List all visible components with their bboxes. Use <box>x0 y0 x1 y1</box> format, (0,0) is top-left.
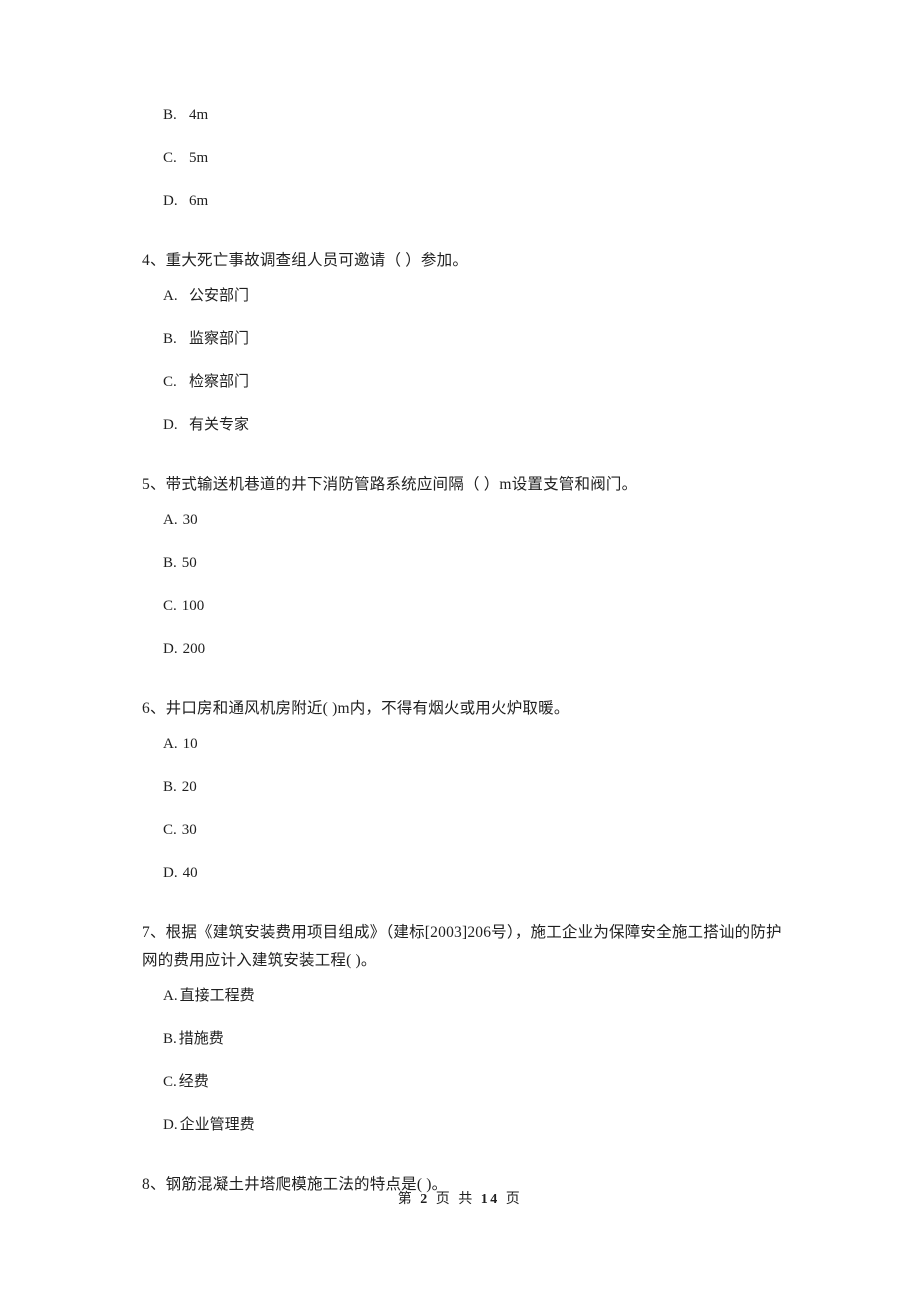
question-block-7: 7、根据《建筑安装费用项目组成》（建标[2003]206号），施工企业为保障安全… <box>142 919 782 1136</box>
question-body-7: 根据《建筑安装费用项目组成》（建标[2003]206号），施工企业为保障安全施工… <box>142 924 782 969</box>
option-value: 50 <box>181 555 197 571</box>
option-value: 200 <box>182 641 206 657</box>
option-item: C. 经费 <box>142 1071 782 1093</box>
option-letter: B. <box>163 331 177 347</box>
option-letter: C. <box>163 1074 177 1090</box>
option-value: 5m <box>189 150 209 166</box>
option-letter: B. <box>163 1031 177 1047</box>
option-value: 4m <box>189 107 209 123</box>
carryover-option-group: B. 4m C. 5m D. 6m <box>142 104 782 212</box>
option-item: C. 100 <box>142 595 782 617</box>
option-item: C. 检察部门 <box>142 371 782 393</box>
question-text-6: 6、井口房和通风机房附近( )m内，不得有烟火或用火炉取暖。 <box>142 695 782 723</box>
option-letter: D. <box>163 1117 178 1133</box>
option-letter: D. <box>163 193 178 209</box>
question-text-4: 4、重大死亡事故调查组人员可邀请（ ）参加。 <box>142 247 782 275</box>
option-item: D. 40 <box>142 862 782 884</box>
question-body-6: 井口房和通风机房附近( )m内，不得有烟火或用火炉取暖。 <box>165 700 570 717</box>
option-value: 6m <box>189 193 209 209</box>
option-letter: A. <box>163 512 178 528</box>
option-value: 经费 <box>178 1074 209 1090</box>
option-value: 100 <box>181 598 205 614</box>
option-value: 公安部门 <box>189 288 250 304</box>
option-letter: B. <box>163 555 177 571</box>
option-value: 30 <box>182 512 198 528</box>
option-letter: A. <box>163 988 178 1004</box>
option-value: 检察部门 <box>189 374 250 390</box>
question-block-6: 6、井口房和通风机房附近( )m内，不得有烟火或用火炉取暖。 A. 10 B. 20… <box>142 695 782 884</box>
option-value: 40 <box>182 865 198 881</box>
option-letter: C. <box>163 150 177 166</box>
question-block-5: 5、带式输送机巷道的井下消防管路系统应间隔（ ）m设置支管和阀门。 A. 30 B… <box>142 471 782 660</box>
document-page: B. 4m C. 5m D. 6m 4、重大死亡事故调查组人员可邀请（ ）参加。 A.… <box>0 0 920 1302</box>
option-letter: D. <box>163 865 178 881</box>
option-value: 20 <box>181 779 197 795</box>
option-letter: B. <box>163 107 177 123</box>
footer-page-number: 2 <box>420 1192 430 1207</box>
question-body-5: 带式输送机巷道的井下消防管路系统应间隔（ ）m设置支管和阀门。 <box>165 476 638 493</box>
option-item: B. 4m <box>142 104 782 126</box>
option-item: C. 30 <box>142 819 782 841</box>
option-value: 企业管理费 <box>179 1117 255 1133</box>
option-item: A. 10 <box>142 733 782 755</box>
option-value: 有关专家 <box>189 417 250 433</box>
question-block-4: 4、重大死亡事故调查组人员可邀请（ ）参加。 A. 公安部门 B. 监察部门 C. 检… <box>142 247 782 436</box>
option-letter: B. <box>163 779 177 795</box>
option-value: 30 <box>181 822 197 838</box>
option-value: 措施费 <box>178 1031 224 1047</box>
question-number-5: 5、 <box>142 476 166 493</box>
option-item: B. 50 <box>142 552 782 574</box>
option-letter: A. <box>163 288 178 304</box>
option-item: B. 监察部门 <box>142 328 782 350</box>
page-footer: 第 2 页 共 14 页 <box>0 1190 920 1210</box>
option-item: B. 措施费 <box>142 1028 782 1050</box>
option-item: B. 20 <box>142 776 782 798</box>
footer-middle: 页 共 <box>435 1192 475 1207</box>
option-letter: C. <box>163 822 177 838</box>
question-number-7: 7、 <box>142 924 166 941</box>
option-item: A. 直接工程费 <box>142 985 782 1007</box>
question-body-4: 重大死亡事故调查组人员可邀请（ ）参加。 <box>165 252 469 269</box>
option-value: 监察部门 <box>189 331 250 347</box>
option-value: 10 <box>182 736 198 752</box>
footer-total-pages: 14 <box>480 1192 500 1207</box>
footer-suffix: 页 <box>505 1192 523 1207</box>
option-item: A. 公安部门 <box>142 285 782 307</box>
question-number-6: 6、 <box>142 700 166 717</box>
option-item: D. 6m <box>142 190 782 212</box>
option-item: D. 企业管理费 <box>142 1114 782 1136</box>
footer-prefix: 第 <box>397 1192 415 1207</box>
question-number-4: 4、 <box>142 252 166 269</box>
page-content: B. 4m C. 5m D. 6m 4、重大死亡事故调查组人员可邀请（ ）参加。 A.… <box>142 104 782 1209</box>
option-letter: D. <box>163 641 178 657</box>
option-letter: A. <box>163 736 178 752</box>
option-item: D. 有关专家 <box>142 414 782 436</box>
option-item: D. 200 <box>142 638 782 660</box>
option-item: A. 30 <box>142 509 782 531</box>
option-item: C. 5m <box>142 147 782 169</box>
question-text-5: 5、带式输送机巷道的井下消防管路系统应间隔（ ）m设置支管和阀门。 <box>142 471 782 499</box>
option-letter: D. <box>163 417 178 433</box>
option-letter: C. <box>163 374 177 390</box>
option-letter: C. <box>163 598 177 614</box>
option-value: 直接工程费 <box>179 988 255 1004</box>
question-text-7: 7、根据《建筑安装费用项目组成》（建标[2003]206号），施工企业为保障安全… <box>142 919 782 975</box>
